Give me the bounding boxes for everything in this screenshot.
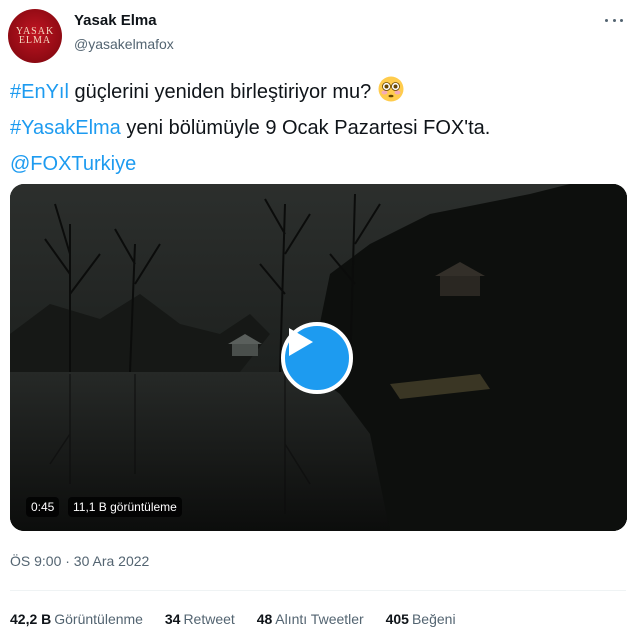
flushed-face-emoji-icon	[377, 75, 405, 103]
hashtag-enyil[interactable]: #EnYıl	[10, 81, 69, 103]
hashtag-yasakelma[interactable]: #YasakElma	[10, 117, 121, 139]
stat-quote-tweets[interactable]: 48 Alıntı Tweetler	[257, 611, 364, 627]
tweet-line-1: #EnYıl güçlerini yeniden birleştiriyor m…	[10, 74, 630, 110]
tweet-text: #EnYıl güçlerini yeniden birleştiriyor m…	[10, 74, 630, 182]
video-view-count: 11,1 B görüntüleme	[68, 497, 182, 517]
stat-likes-count: 405	[385, 611, 409, 627]
stat-quote-tweets-count: 48	[256, 611, 273, 627]
stat-quote-tweets-label: Alıntı Tweetler	[275, 611, 364, 627]
tweet-text-segment: yeni bölümüyle 9 Ocak Pazartesi FOX'ta.	[120, 117, 491, 139]
tweet-text-segment: güçlerini yeniden birleştiriyor mu?	[68, 81, 372, 103]
divider	[10, 590, 626, 591]
play-button[interactable]	[281, 322, 353, 394]
more-options-icon[interactable]	[602, 10, 626, 30]
avatar-logo-line2: ELMA	[18, 35, 52, 46]
tweet-timestamp[interactable]: ÖS 9:00 · 30 Ara 2022	[10, 553, 149, 569]
tweet-header: YASAK ELMA Yasak Elma @yasakelmafox	[0, 0, 640, 70]
tweet-stats: 42,2 B Görüntülenme 34 Retweet 48 Alıntı Tw…	[10, 611, 474, 627]
video-duration: 0:45	[26, 497, 60, 517]
mention-foxturkiye[interactable]: @FOXTurkiye	[10, 153, 136, 175]
stat-retweets-label: Retweet	[183, 611, 235, 627]
avatar[interactable]: YASAK ELMA	[8, 9, 62, 63]
author-display-name[interactable]: Yasak Elma	[74, 12, 157, 29]
stat-views-count: 42,2 B	[10, 611, 52, 627]
play-icon	[289, 328, 313, 356]
stat-retweets[interactable]: 34 Retweet	[165, 611, 235, 627]
stat-likes[interactable]: 405 Beğeni	[386, 611, 456, 627]
stat-views-label: Görüntülenme	[54, 611, 143, 627]
video-player[interactable]: 0:45 11,1 B görüntüleme	[10, 184, 627, 531]
stat-retweets-count: 34	[164, 611, 181, 627]
tweet-line-3: @FOXTurkiye	[10, 146, 630, 182]
stat-likes-label: Beğeni	[411, 611, 456, 627]
author-handle[interactable]: @yasakelmafox	[74, 36, 174, 52]
stat-views[interactable]: 42,2 B Görüntülenme	[10, 611, 143, 627]
tweet-line-2: #YasakElma yeni bölümüyle 9 Ocak Pazarte…	[10, 110, 630, 146]
